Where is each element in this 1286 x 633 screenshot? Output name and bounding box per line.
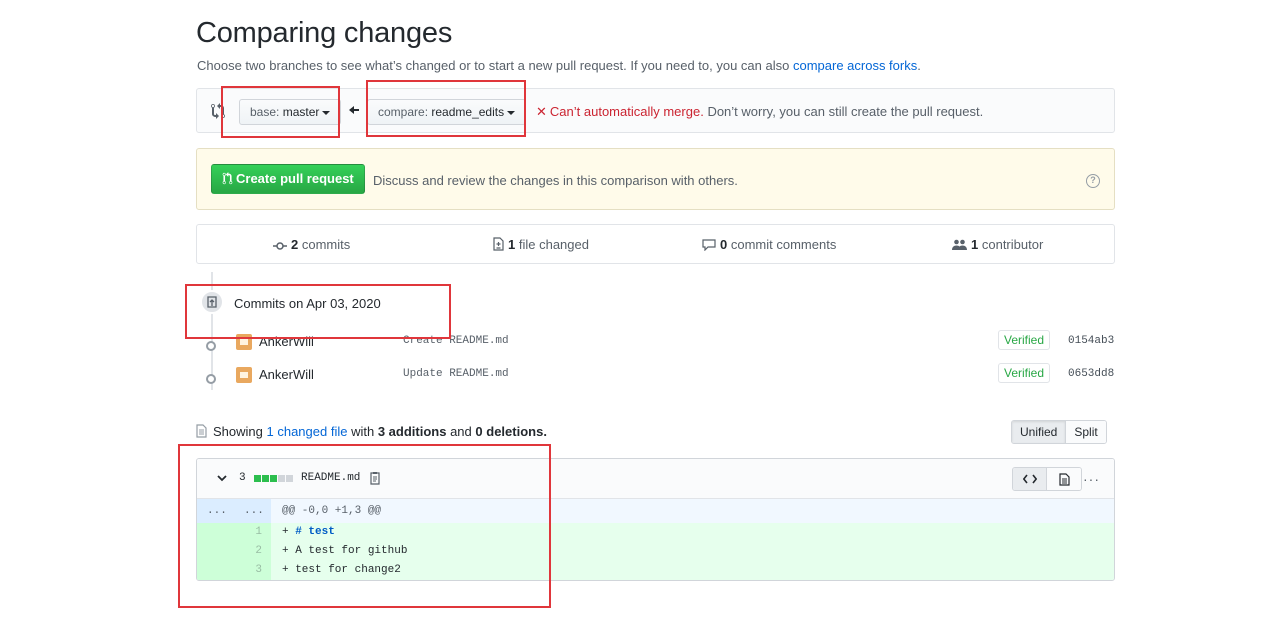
subtitle-end: . [917,58,921,73]
x-icon: ✕ [536,104,547,119]
file-diff-icon [493,237,504,251]
stat-comments[interactable]: 0 commit comments [702,237,836,252]
git-pull-request-icon [222,172,233,185]
split-button[interactable]: Split [1066,421,1106,443]
code-view-button[interactable] [1013,468,1047,490]
summary-and: and [450,424,472,439]
files-count: 1 [508,237,516,252]
comparison-stats: 2 commits 1 file changed 0 commit commen… [196,224,1115,264]
deletions-count: 0 deletions. [475,424,547,439]
commit-message[interactable]: Update README.md [403,368,509,380]
question-icon[interactable]: ? [1086,174,1100,188]
additions-count: 3 additions [377,424,447,439]
rich-view-button[interactable] [1047,468,1081,490]
annotation-box [366,80,526,137]
summary-with: with [351,424,375,439]
diff-view-toggle: Unified Split [1011,420,1107,444]
verified-badge[interactable]: Verified [998,330,1051,350]
commits-label: commits [301,237,351,252]
subtitle-text: Choose two branches to see what’s change… [197,58,793,73]
git-commit-icon [206,374,216,384]
stat-commits[interactable]: 2 commits [273,237,350,252]
commit-sha[interactable]: 0154ab3 [1068,335,1114,347]
git-commit-icon [206,341,216,351]
stat-contributors[interactable]: 1 contributor [952,237,1043,252]
file-summary: Showing 1 changed file with 3 additions … [196,424,547,439]
unified-button[interactable]: Unified [1012,421,1067,443]
code-icon [1022,474,1037,484]
comments-label: commit comments [730,237,837,252]
people-icon [952,239,967,250]
annotation-box [185,284,451,339]
file-icon [196,424,207,438]
merge-error-text: Can’t automatically merge. [549,104,704,119]
avatar[interactable] [236,367,252,383]
create-pr-label: Create pull request [236,171,354,186]
view-mode-buttons [1012,467,1082,491]
commit-row: AnkerWill Update README.md Verified 0653… [196,363,1115,391]
page-title: Comparing changes [196,17,453,49]
kebab-horizontal-icon[interactable]: ··· [1083,471,1100,487]
comment-icon [702,239,716,252]
files-label: file changed [518,237,589,252]
changed-files-link[interactable]: 1 changed file [267,424,348,439]
comments-count: 0 [720,237,728,252]
annotation-box [178,444,551,608]
stat-files[interactable]: 1 file changed [493,237,589,252]
arrow-left-icon [349,106,359,114]
merge-note-text: Don’t worry, you can still create the pu… [707,104,984,119]
merge-status: ✕ Can’t automatically merge. Don’t worry,… [536,104,983,120]
summary-prefix: Showing [213,424,263,439]
git-commit-icon [273,242,287,250]
contributors-label: contributor [981,237,1044,252]
verified-badge[interactable]: Verified [998,363,1051,383]
commit-sha[interactable]: 0653dd8 [1068,368,1114,380]
contributors-count: 1 [971,237,979,252]
page-subtitle: Choose two branches to see what’s change… [197,58,921,73]
file-icon [1058,472,1070,486]
annotation-box [221,86,340,138]
create-pr-box: Create pull request Discuss and review t… [196,148,1115,210]
compare-across-forks-link[interactable]: compare across forks [793,58,917,73]
commits-count: 2 [291,237,299,252]
commit-author[interactable]: AnkerWill [259,367,314,382]
create-pull-request-button[interactable]: Create pull request [211,164,365,194]
pr-description: Discuss and review the changes in this c… [373,173,738,188]
